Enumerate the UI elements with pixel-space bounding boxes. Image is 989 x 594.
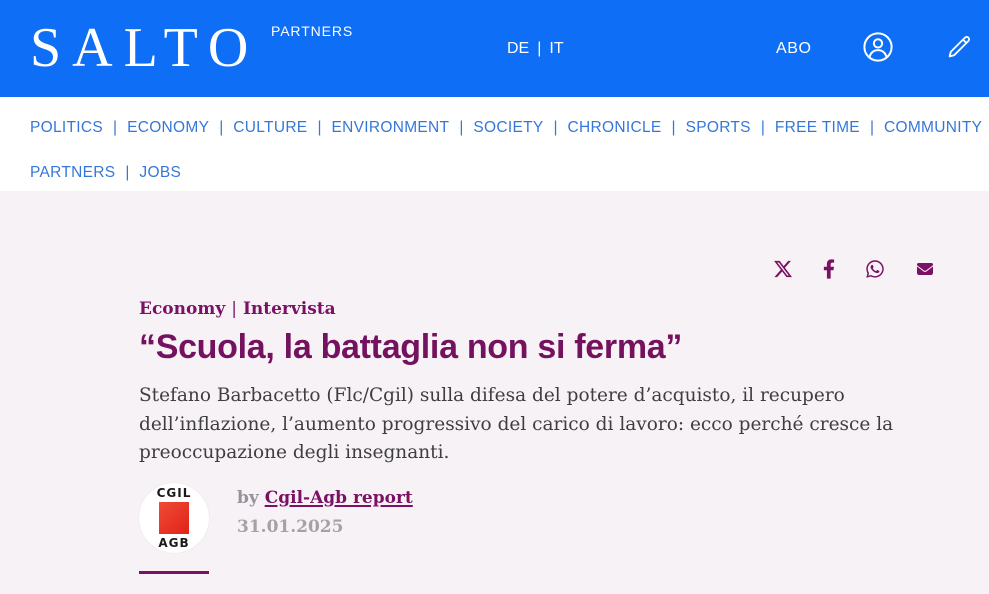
lang-it-button[interactable]: IT [549, 40, 563, 58]
nav-item-chronicle[interactable]: CHRONICLE [568, 119, 662, 137]
language-switcher: DE | IT [507, 40, 564, 58]
nav-item-community[interactable]: COMMUNITY [884, 119, 982, 137]
main-nav: POLITICS | ECONOMY | CULTURE | ENVIRONMENT | SOC… [0, 97, 989, 191]
nav-item-environment[interactable]: ENVIRONMENT [331, 119, 449, 137]
nav-item-partners[interactable]: PARTNERS [30, 164, 115, 182]
account-button[interactable] [861, 32, 895, 66]
share-email-button[interactable] [915, 261, 935, 277]
nav-item-jobs[interactable]: JOBS [139, 164, 181, 182]
nav-separator: | [870, 119, 874, 137]
nav-separator: | [554, 119, 558, 137]
article-header-area: Economy | Intervista “Scuola, la battaglia… [0, 191, 989, 594]
pencil-icon [944, 32, 974, 65]
author-link[interactable]: Cgil-Agb report [265, 488, 413, 508]
nav-separator: | [459, 119, 463, 137]
avatar-cgil-text: CGIL [157, 487, 192, 499]
publish-date: 31.01.2025 [237, 517, 413, 537]
article-divider [139, 571, 209, 574]
x-twitter-icon [773, 259, 793, 279]
nav-separator: | [219, 119, 223, 137]
nav-item-politics[interactable]: POLITICS [30, 119, 103, 137]
breadcrumb: Economy | Intervista [139, 299, 935, 319]
site-header: SALTO PARTNERS DE | IT ABO [0, 0, 989, 97]
nav-item-free-time[interactable]: FREE TIME [775, 119, 860, 137]
byline: by Cgil-Agb report [237, 488, 413, 508]
nav-row-2: PARTNERS | JOBS [30, 159, 959, 187]
subcategory-link[interactable]: Intervista [243, 299, 336, 319]
nav-separator: | [125, 164, 129, 182]
share-facebook-button[interactable] [823, 259, 835, 279]
share-x-button[interactable] [773, 259, 793, 279]
nav-separator: | [761, 119, 765, 137]
category-separator: | [231, 299, 237, 319]
nav-separator: | [672, 119, 676, 137]
author-avatar[interactable]: CGIL AGB [139, 483, 209, 553]
write-button[interactable] [942, 32, 976, 66]
nav-row-1: POLITICS | ECONOMY | CULTURE | ENVIRONMENT | SOC… [30, 114, 959, 142]
nav-item-economy[interactable]: ECONOMY [127, 119, 209, 137]
byline-column: by Cgil-Agb report 31.01.2025 [237, 483, 413, 553]
article-teaser: Stefano Barbacetto (Flc/Cgil) sulla dife… [139, 382, 935, 468]
avatar-agb-text: AGB [158, 537, 189, 549]
article-title: “Scuola, la battaglia non si ferma” [139, 329, 935, 366]
cgil-logo-square [159, 502, 189, 534]
byline-prefix: by [237, 488, 259, 508]
header-partners-link[interactable]: PARTNERS [271, 23, 353, 39]
author-block: CGIL AGB by Cgil-Agb report 31.01.2025 [139, 483, 935, 553]
share-bar [139, 191, 935, 281]
nav-item-society[interactable]: SOCIETY [473, 119, 543, 137]
category-link[interactable]: Economy [139, 299, 225, 319]
email-icon [915, 261, 935, 277]
facebook-icon [823, 259, 835, 279]
site-logo[interactable]: SALTO [30, 19, 259, 75]
nav-separator: | [317, 119, 321, 137]
whatsapp-icon [865, 259, 885, 279]
nav-item-culture[interactable]: CULTURE [233, 119, 307, 137]
lang-de-button[interactable]: DE [507, 40, 529, 58]
nav-separator: | [113, 119, 117, 137]
nav-item-sports[interactable]: SPORTS [686, 119, 751, 137]
abo-link[interactable]: ABO [776, 40, 812, 58]
lang-separator: | [537, 40, 541, 58]
share-whatsapp-button[interactable] [865, 259, 885, 279]
account-icon [862, 31, 894, 66]
